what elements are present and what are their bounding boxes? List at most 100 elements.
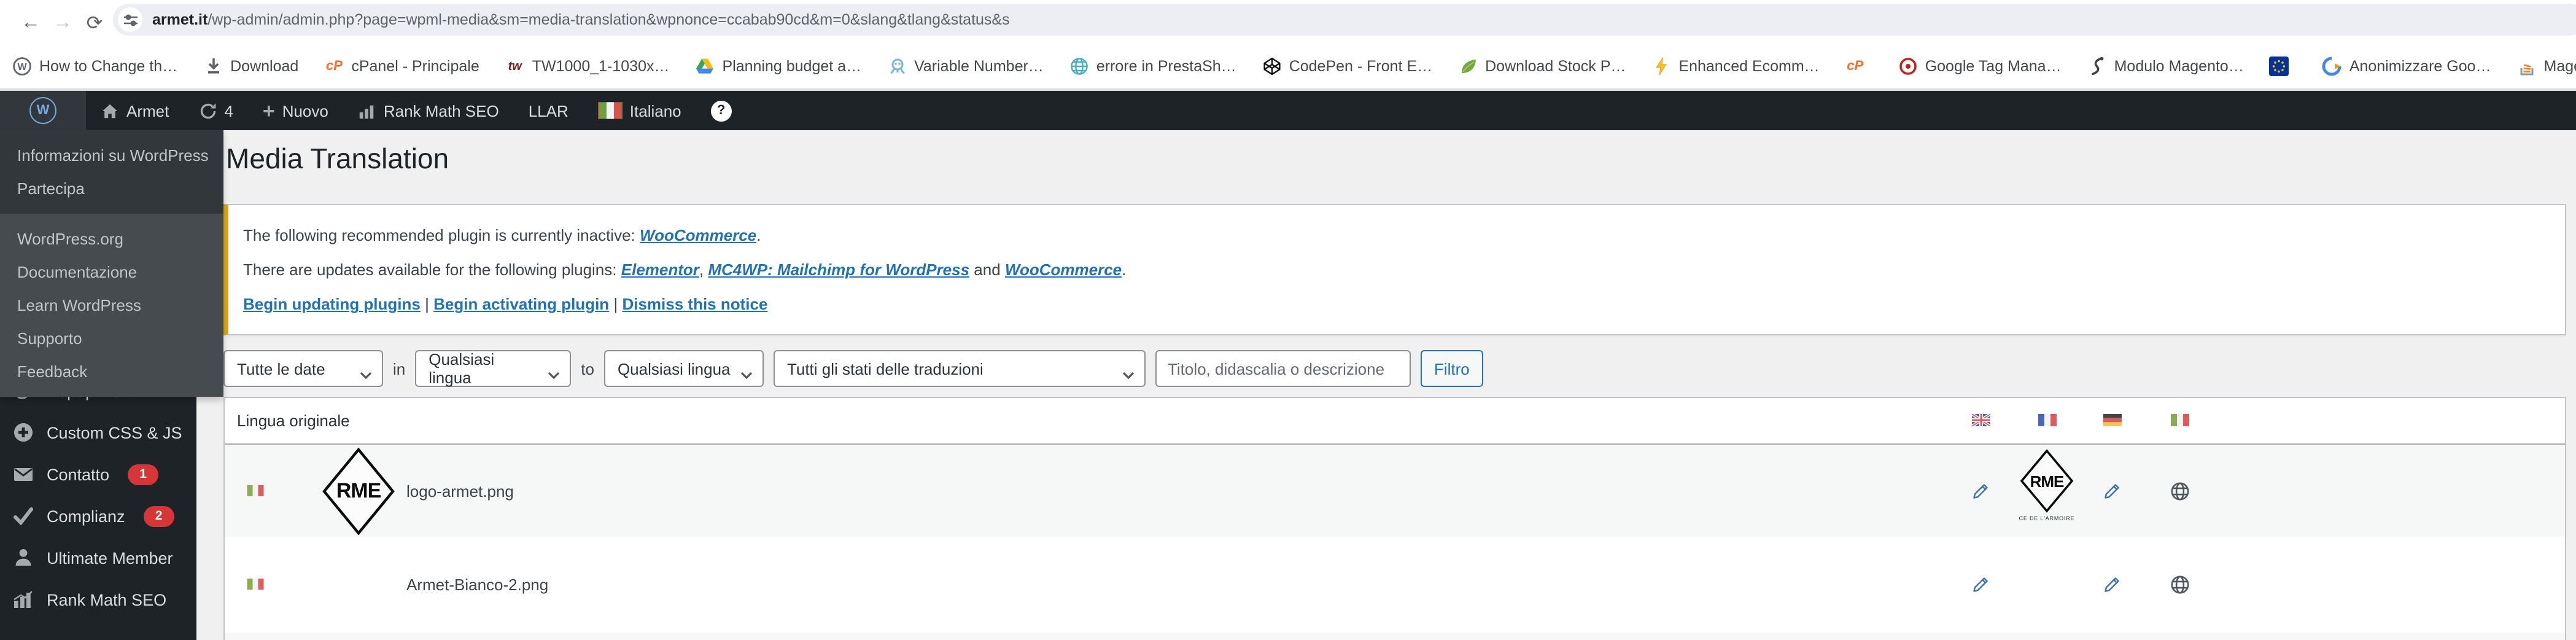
- admin-bar-site-name[interactable]: Armet: [86, 91, 184, 130]
- select-value: Qualsiasi lingua: [618, 359, 731, 378]
- stackoverflow-favicon: [2517, 57, 2537, 76]
- flyout-item-learn-wordpress[interactable]: Learn WordPress: [0, 289, 223, 322]
- page-title: Media Translation: [226, 141, 2566, 177]
- select-value: Qualsiasi lingua: [429, 350, 538, 387]
- home-icon: [101, 101, 119, 120]
- bookmark-item[interactable]: cP: [1845, 57, 1872, 76]
- screen: ← → ⟳ armet.it/wp-admin/admin.php?page=w…: [0, 0, 2576, 640]
- thumbnail-text: RME: [336, 478, 381, 503]
- lightning-favicon: [1651, 57, 1671, 76]
- url-bar-row: ← → ⟳ armet.it/wp-admin/admin.php?page=w…: [0, 0, 2576, 47]
- dismiss-notice-link[interactable]: Dismiss this notice: [622, 295, 767, 313]
- sidebar-item-label: Complianz: [47, 507, 125, 525]
- bookmark-label: Magento getting…: [2544, 58, 2576, 75]
- edit-translation-button[interactable]: [2079, 575, 2145, 595]
- media-thumbnail[interactable]: RME: [320, 447, 397, 535]
- url-text[interactable]: armet.it/wp-admin/admin.php?page=wpml-me…: [152, 11, 1010, 28]
- table-header-row: Lingua originale: [225, 398, 2565, 445]
- admin-notice: The following recommended plugin is curr…: [223, 204, 2566, 335]
- bookmark-item[interactable]: tw TW1000_1-1030x…: [505, 57, 670, 76]
- admin-bar-llar[interactable]: LLAR: [514, 91, 583, 130]
- bookmark-item[interactable]: Download Stock P…: [1458, 57, 1626, 76]
- bookmark-label: errore in PrestaSh…: [1096, 58, 1236, 75]
- sidebar-item-contatto[interactable]: Contatto 1: [0, 453, 196, 495]
- llar-label: LLAR: [529, 101, 568, 120]
- flyout-item-about[interactable]: Informazioni su WordPress: [0, 139, 223, 172]
- url-path: /wp-admin/admin.php?page=wpml-media&sm=m…: [208, 11, 1009, 28]
- bookmark-item[interactable]: Download: [203, 57, 298, 76]
- bookmark-item[interactable]: Enhanced Ecomm…: [1651, 57, 1819, 76]
- browser-toolbar: ← → ⟳ armet.it/wp-admin/admin.php?page=w…: [0, 0, 2576, 91]
- sidebar-item-custom-css-js[interactable]: Custom CSS & JS: [0, 412, 196, 453]
- sidebar-item-rank-math-seo[interactable]: Rank Math SEO: [0, 579, 196, 620]
- site-settings-icon[interactable]: [118, 7, 142, 32]
- woocommerce-link[interactable]: WooCommerce: [640, 226, 756, 244]
- forward-button[interactable]: →: [47, 12, 79, 34]
- bookmark-item[interactable]: Variable Number…: [887, 57, 1044, 76]
- elementor-link[interactable]: Elementor: [621, 260, 699, 279]
- bookmark-label: Variable Number…: [914, 58, 1044, 75]
- bookmark-item[interactable]: Google Tag Mana…: [1898, 57, 2062, 76]
- uk-flag-icon: [1947, 414, 2014, 426]
- bookmark-label: How to Change th…: [39, 58, 177, 75]
- source-language-select[interactable]: Qualsiasi lingua: [415, 350, 571, 387]
- bookmark-item[interactable]: [2270, 57, 2297, 76]
- help-icon: ?: [711, 100, 732, 121]
- france-flag-icon: [2014, 414, 2080, 426]
- address-bar[interactable]: armet.it/wp-admin/admin.php?page=wpml-me…: [113, 4, 2576, 36]
- bookmark-label: Planning budget a…: [723, 58, 862, 75]
- mc4wp-link[interactable]: MC4WP: Mailchimp for WordPress: [708, 260, 969, 279]
- bookmark-label: CodePen - Front E…: [1289, 58, 1432, 75]
- bookmark-item[interactable]: Anonimizzare Goo…: [2322, 57, 2491, 76]
- sidebar-item-complianz[interactable]: Complianz 2: [0, 495, 196, 537]
- admin-bar-language-switcher[interactable]: Italiano: [583, 91, 696, 130]
- bookmark-label: Download: [230, 58, 298, 75]
- flyout-item-documentazione[interactable]: Documentazione: [0, 256, 223, 289]
- flyout-item-wordpress-org[interactable]: WordPress.org: [0, 222, 223, 256]
- admin-bar-help[interactable]: ?: [696, 91, 747, 130]
- reload-button[interactable]: ⟳: [79, 11, 111, 36]
- notice-actions: Begin updating plugins | Begin activatin…: [243, 294, 2550, 314]
- bookmark-item[interactable]: Modulo Magento…: [2087, 57, 2244, 76]
- flyout-item-partecipa[interactable]: Partecipa: [0, 172, 223, 205]
- new-label: Nuovo: [282, 101, 328, 120]
- bookmark-label: Enhanced Ecomm…: [1678, 58, 1819, 75]
- in-label: in: [393, 359, 405, 378]
- admin-menu: Popup Maker Custom CSS & JS Contatto 1 C…: [0, 370, 196, 620]
- cpanel-favicon: cP: [1845, 57, 1865, 76]
- edit-translation-button[interactable]: [1947, 481, 2014, 501]
- admin-bar-updates[interactable]: 4: [184, 91, 247, 130]
- edit-translation-button[interactable]: [1947, 575, 2014, 595]
- admin-sidebar: Popup Maker Custom CSS & JS Contatto 1 C…: [0, 130, 196, 640]
- wp-logo-menu[interactable]: W: [0, 91, 86, 130]
- back-button[interactable]: ←: [15, 12, 47, 34]
- bookmark-item[interactable]: W How to Change th…: [12, 57, 177, 76]
- woocommerce-link[interactable]: WooCommerce: [1005, 260, 1122, 279]
- admin-bar-rank-math[interactable]: Rank Math SEO: [343, 91, 514, 130]
- bookmark-item[interactable]: errore in PrestaSh…: [1069, 57, 1236, 76]
- wp-admin-bar: W Armet 4 + Nuovo Rank Math SEO LLAR Ita…: [0, 91, 2576, 130]
- edit-translation-button[interactable]: [2079, 481, 2145, 501]
- bookmark-label: Anonimizzare Goo…: [2349, 58, 2491, 75]
- begin-updating-link[interactable]: Begin updating plugins: [243, 295, 421, 313]
- target-language-select[interactable]: Qualsiasi lingua: [604, 350, 764, 387]
- bookmark-item[interactable]: Magento getting…: [2517, 57, 2576, 76]
- sidebar-item-ultimate-member[interactable]: Ultimate Member: [0, 537, 196, 579]
- chart-icon: [358, 101, 376, 120]
- search-input[interactable]: [1155, 350, 1411, 387]
- flyout-item-supporto[interactable]: Supporto: [0, 322, 223, 355]
- admin-bar-new[interactable]: + Nuovo: [248, 91, 343, 130]
- bookmark-item[interactable]: CodePen - Front E…: [1262, 57, 1432, 76]
- chevron-down-icon: [548, 365, 560, 383]
- translation-status-select[interactable]: Tutti gli stati delle traduzioni: [774, 350, 1146, 387]
- filter-bar: Tutte le date in Qualsiasi lingua to Qua…: [223, 350, 2566, 387]
- filter-button[interactable]: Filtro: [1421, 350, 1483, 387]
- bookmark-label: Download Stock P…: [1485, 58, 1626, 75]
- begin-activating-link[interactable]: Begin activating plugin: [433, 295, 609, 313]
- bookmark-item[interactable]: Planning budget a…: [696, 57, 862, 76]
- translated-media-thumbnail[interactable]: RME CE DE L'ARMOIRE: [2014, 449, 2080, 521]
- date-filter-select[interactable]: Tutte le date: [223, 350, 383, 387]
- bookmark-item[interactable]: cP cPanel - Principale: [324, 57, 479, 76]
- table-row: RME logo-armet.png RME CE DE L'ARMOIRE: [225, 445, 2565, 537]
- flyout-item-feedback[interactable]: Feedback: [0, 355, 223, 388]
